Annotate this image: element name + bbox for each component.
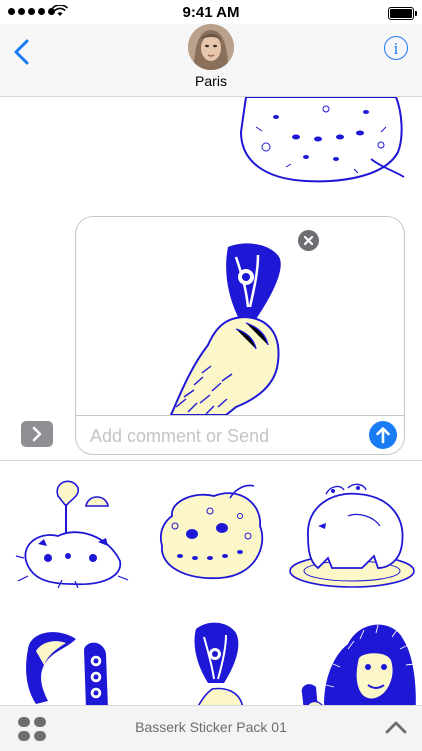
expand-apps-button[interactable] [21, 421, 53, 447]
expand-chevron-icon [32, 426, 42, 442]
compose-field[interactable] [75, 216, 405, 455]
back-chevron-icon[interactable] [12, 38, 32, 66]
info-icon[interactable]: i [384, 36, 408, 60]
comment-input[interactable] [90, 425, 350, 447]
sticker-creature-puddle[interactable] [288, 476, 416, 596]
sticker-pack-title: Basserk Sticker Pack 01 [135, 719, 287, 735]
sticker-mushrooms[interactable] [8, 476, 136, 596]
app-drawer-bar: Basserk Sticker Pack 01 [0, 705, 422, 751]
send-arrow-icon [376, 427, 390, 444]
conversation-header: Paris i [0, 24, 422, 97]
chevron-up-icon[interactable] [384, 718, 408, 736]
contact-name[interactable]: Paris [0, 73, 422, 89]
sticker-preview-torch-hand [169, 243, 281, 415]
remove-sticker-button[interactable] [298, 230, 319, 251]
battery-icon [388, 7, 417, 20]
sticker-rock-bees[interactable] [150, 476, 278, 596]
status-bar: 9:41 AM [0, 0, 422, 24]
contact-avatar[interactable] [188, 24, 234, 70]
status-time: 9:41 AM [182, 4, 240, 21]
remove-icon [303, 235, 314, 246]
send-button[interactable] [369, 421, 397, 449]
sent-sticker-rock[interactable] [236, 97, 406, 187]
sticker-drawer [0, 460, 422, 729]
compose-divider [76, 415, 404, 416]
